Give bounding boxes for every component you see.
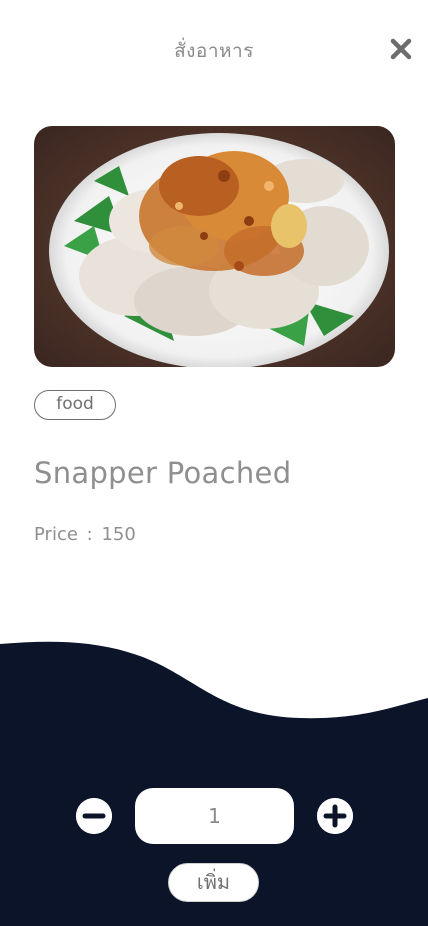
decrease-quantity-button[interactable] (76, 798, 112, 834)
add-button[interactable]: เพิ่ม (168, 863, 259, 902)
price-separator: : (86, 524, 93, 545)
close-button[interactable] (388, 36, 414, 62)
price-label: Price (34, 524, 78, 545)
close-icon (390, 38, 412, 60)
minus-circle-icon (76, 798, 112, 834)
food-image (34, 126, 395, 367)
dish-name: Snapper Poached (34, 456, 292, 490)
plus-circle-icon (317, 798, 353, 834)
category-tag: food (34, 390, 116, 420)
quantity-field[interactable] (135, 788, 294, 844)
price-value: 150 (101, 524, 136, 545)
page-title: สั่งอาหาร (174, 40, 254, 62)
increase-quantity-button[interactable] (317, 798, 353, 834)
price-row: Price : 150 (34, 524, 136, 545)
